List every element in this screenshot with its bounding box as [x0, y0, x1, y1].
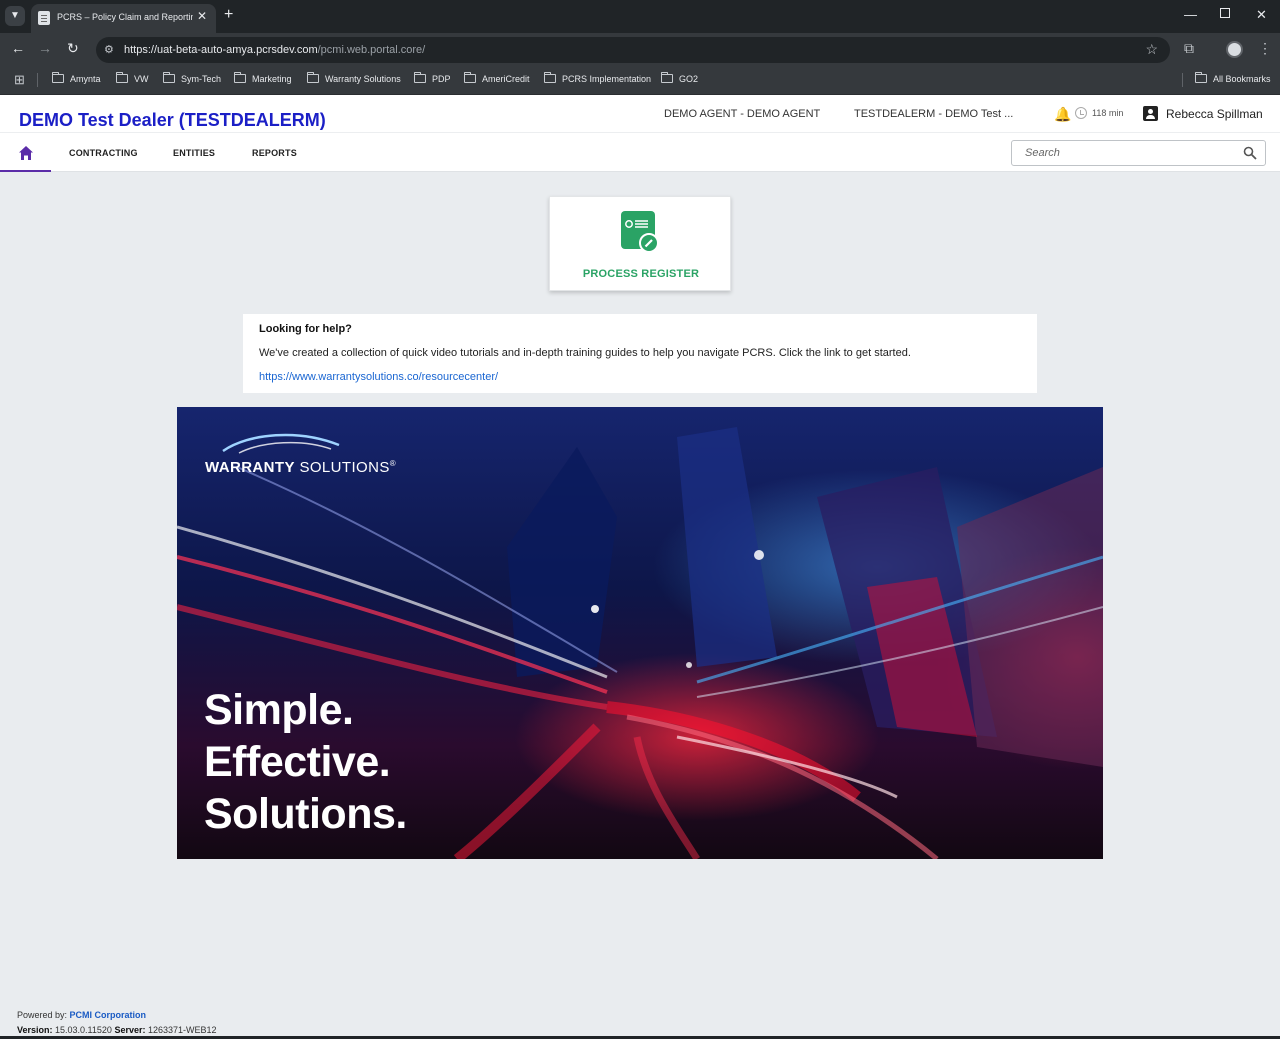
- folder-icon: [544, 72, 556, 83]
- bookmark-vw[interactable]: VW: [116, 72, 149, 84]
- reload-icon[interactable]: ↻: [67, 40, 79, 57]
- process-register-icon: [621, 211, 659, 253]
- footer-powered-by: Powered by: PCMI Corporation: [17, 1010, 147, 1020]
- tab-list-button[interactable]: ▼: [5, 6, 25, 26]
- browser-menu-kebab-icon[interactable]: ⋮: [1258, 40, 1272, 57]
- pcmi-corporation-link[interactable]: PCMI Corporation: [70, 1010, 147, 1020]
- help-text: We've created a collection of quick vide…: [259, 347, 911, 359]
- tab-home[interactable]: [0, 133, 51, 172]
- hero-banner: WARRANTY SOLUTIONS® Simple. Effective. S…: [177, 407, 1103, 859]
- url-text[interactable]: https://uat-beta-auto-amya.pcrsdev.com/p…: [124, 44, 425, 56]
- tab-contracting[interactable]: CONTRACTING: [69, 148, 138, 158]
- dealer-selector[interactable]: TESTDEALERM - DEMO Test ...: [854, 108, 1013, 120]
- process-register-card[interactable]: PROCESS REGISTER: [549, 196, 731, 291]
- browser-toolbar: ← → ↻ ⚙ https://uat-beta-auto-amya.pcrsd…: [0, 33, 1280, 66]
- browser-tab[interactable]: PCRS – Policy Claim and Reporting ✕: [31, 4, 216, 33]
- tab-entities[interactable]: ENTITIES: [173, 148, 215, 158]
- site-info-tune-icon[interactable]: ⚙: [104, 43, 114, 56]
- new-tab-plus-icon[interactable]: +: [224, 6, 233, 24]
- tab-reports[interactable]: REPORTS: [252, 148, 297, 158]
- session-timer: 118 min: [1092, 108, 1124, 118]
- warranty-solutions-logo-icon: [222, 433, 340, 454]
- agent-selector[interactable]: DEMO AGENT - DEMO AGENT: [664, 108, 820, 120]
- user-name[interactable]: Rebecca Spillman: [1166, 107, 1263, 121]
- bookmark-warranty-solutions[interactable]: Warranty Solutions: [307, 72, 401, 84]
- app-header: DEMO Test Dealer (TESTDEALERM) DEMO AGEN…: [0, 95, 1280, 133]
- dealer-title[interactable]: DEMO Test Dealer (TESTDEALERM): [19, 110, 326, 131]
- bookmark-americredit[interactable]: AmeriCredit: [464, 72, 530, 84]
- bookmarks-divider: [37, 73, 38, 87]
- folder-icon: [661, 72, 673, 83]
- tagline-line-2: Effective.: [204, 738, 391, 786]
- maximize-icon[interactable]: [1220, 8, 1230, 18]
- help-panel: Looking for help? We've created a collec…: [243, 314, 1037, 393]
- tagline-line-1: Simple.: [204, 686, 354, 734]
- tab-title: PCRS – Policy Claim and Reporting: [57, 12, 193, 22]
- tagline-line-3: Solutions.: [204, 790, 407, 838]
- profile-avatar-icon[interactable]: [1226, 41, 1243, 58]
- home-icon: [19, 146, 33, 160]
- folder-icon: [414, 72, 426, 83]
- bookmark-amynta[interactable]: Amynta: [52, 72, 101, 84]
- folder-icon: [1195, 72, 1207, 83]
- folder-icon: [307, 72, 319, 83]
- main-nav: CONTRACTING ENTITIES REPORTS: [0, 133, 1280, 172]
- footer-version: Version: 15.03.0.11520 Server: 1263371-W…: [17, 1025, 217, 1035]
- session-clock-icon: [1075, 107, 1087, 119]
- folder-icon: [163, 72, 175, 83]
- bookmarks-divider: [1182, 73, 1183, 87]
- notifications-bell-icon[interactable]: 🔔: [1054, 106, 1071, 123]
- search-input[interactable]: [1013, 142, 1233, 164]
- bookmark-star-icon[interactable]: ☆: [1145, 41, 1158, 58]
- bookmark-pdp[interactable]: PDP: [414, 72, 451, 84]
- minimize-icon[interactable]: —: [1184, 7, 1197, 22]
- help-title: Looking for help?: [259, 323, 352, 335]
- tab-close-icon[interactable]: ✕: [197, 9, 207, 23]
- window-close-icon[interactable]: ✕: [1256, 7, 1267, 23]
- process-register-label: PROCESS REGISTER: [582, 268, 700, 280]
- resource-center-link[interactable]: https://www.warrantysolutions.co/resourc…: [259, 371, 498, 383]
- bookmark-marketing[interactable]: Marketing: [234, 72, 292, 84]
- brand-wordmark: WARRANTY SOLUTIONS®: [205, 459, 397, 476]
- apps-grid-icon[interactable]: ⊞: [14, 72, 25, 88]
- forward-arrow-icon[interactable]: →: [38, 40, 52, 56]
- browser-titlebar: ▼ PCRS – Policy Claim and Reporting ✕ + …: [0, 0, 1280, 33]
- folder-icon: [116, 72, 128, 83]
- search-icon[interactable]: [1243, 146, 1257, 160]
- search-box: [1011, 140, 1266, 166]
- all-bookmarks[interactable]: All Bookmarks: [1195, 72, 1271, 84]
- extensions-puzzle-icon[interactable]: ⧉: [1184, 40, 1194, 57]
- user-account-icon[interactable]: [1143, 106, 1158, 121]
- bookmark-go2[interactable]: GO2: [661, 72, 698, 84]
- chevron-down-icon: ▼: [10, 10, 20, 21]
- address-bar[interactable]: ⚙ https://uat-beta-auto-amya.pcrsdev.com…: [96, 37, 1170, 63]
- back-arrow-icon[interactable]: ←: [11, 40, 25, 56]
- folder-icon: [52, 72, 64, 83]
- folder-icon: [234, 72, 246, 83]
- page-favicon-icon: [38, 11, 50, 25]
- bookmark-pcrs-implementation[interactable]: PCRS Implementation: [544, 72, 651, 84]
- folder-icon: [464, 72, 476, 83]
- bookmark-sym-tech[interactable]: Sym-Tech: [163, 72, 221, 84]
